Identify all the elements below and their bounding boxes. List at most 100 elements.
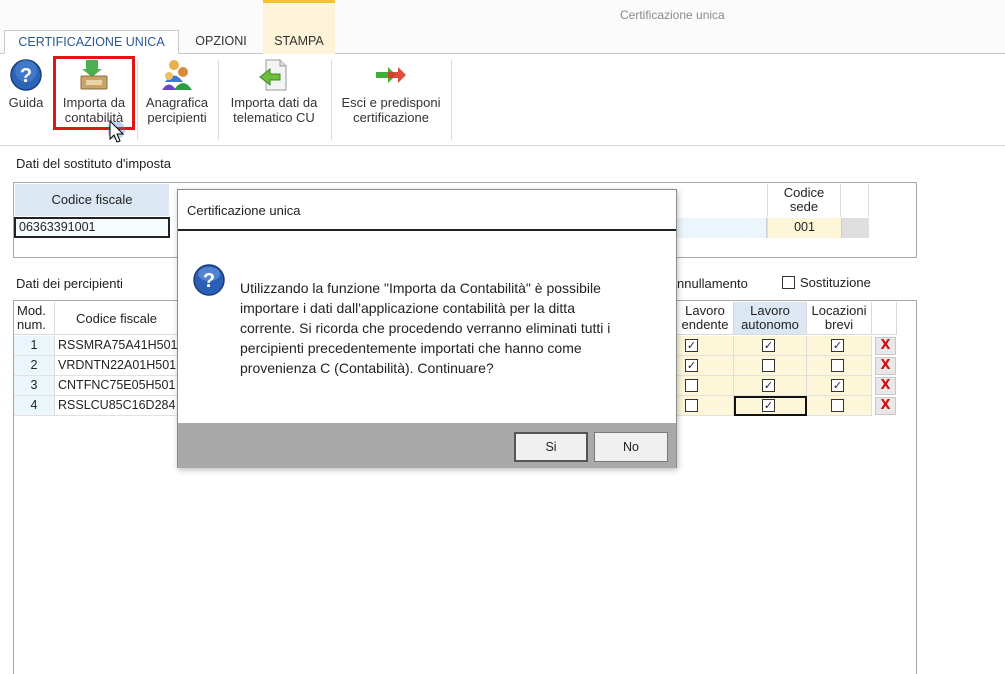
ribbon-tabs: CERTIFICAZIONE UNICA OPZIONI STAMPA (0, 30, 1005, 54)
ribbon-separator (137, 60, 138, 140)
highlight-box (53, 56, 135, 130)
dialog-message-line: corrente. Si ricorda che procedendo verr… (240, 320, 611, 336)
esci-label-2: certificazione (353, 110, 429, 125)
col-header-delete (872, 302, 897, 335)
col-header-ld-1: Lavoro (685, 303, 725, 318)
tab-opzioni[interactable]: OPZIONI (183, 30, 259, 54)
delete-row-button[interactable]: X (875, 357, 896, 375)
sostituzione-label: Sostituzione (800, 275, 871, 290)
importa-telematico-label-2: telematico CU (233, 110, 315, 125)
cell-lavoro-dipendente (677, 396, 734, 416)
sostituzione-checkbox[interactable] (782, 276, 795, 289)
dialog-message-line: Utilizzando la funzione "Importa da Cont… (240, 280, 601, 296)
ribbon-separator (331, 60, 332, 140)
esci-predisponi-button[interactable]: Esci e predisponi certificazione (335, 58, 447, 140)
col-header-locazioni-brevi: Locazioni brevi (807, 302, 872, 335)
row-num: 1 (14, 336, 55, 356)
help-icon: ? (10, 59, 42, 91)
delete-row-button[interactable]: X (875, 377, 896, 395)
sostituto-header-extra (841, 184, 869, 217)
col-header-lavoro-dipendente: Lavoro endente (677, 302, 734, 335)
cell-lavoro-autonomo: ✓ (734, 396, 807, 416)
locazioni-brevi-checkbox[interactable] (831, 399, 844, 412)
lavoro-dipendente-checkbox[interactable] (685, 379, 698, 392)
cell-locazioni-brevi (807, 396, 872, 416)
importa-telematico-label-1: Importa dati da (230, 95, 318, 110)
cell-lavoro-dipendente (677, 376, 734, 396)
lavoro-autonomo-checkbox[interactable] (762, 359, 775, 372)
row-num: 3 (14, 376, 55, 396)
esci-label-1: Esci e predisponi (341, 95, 441, 110)
row-codice-fiscale[interactable]: VRDNTN22A01H501 (55, 356, 179, 376)
lavoro-dipendente-checkbox[interactable] (685, 399, 698, 412)
no-button[interactable]: No (594, 432, 668, 462)
tab-stampa[interactable]: STAMPA (263, 30, 335, 54)
cell-locazioni-brevi: ✓ (807, 376, 872, 396)
delete-row-button[interactable]: X (875, 397, 896, 415)
col-header-mod-1: Mod. (17, 303, 46, 318)
col-header-lb-2: brevi (824, 317, 854, 332)
locazioni-brevi-checkbox[interactable]: ✓ (831, 339, 844, 352)
codice-sede-label-2: sede (789, 199, 819, 214)
svg-text:?: ? (20, 65, 32, 87)
anagrafica-label-1: Anagrafica (145, 95, 209, 110)
delete-row-button[interactable]: X (875, 337, 896, 355)
codice-fiscale-field[interactable]: 06363391001 (14, 217, 170, 238)
question-icon: ? (193, 264, 225, 296)
lavoro-dipendente-checkbox[interactable]: ✓ (685, 359, 698, 372)
exit-arrows-icon (376, 67, 406, 83)
cell-lavoro-autonomo: ✓ (734, 376, 807, 396)
codice-sede-header: Codice sede (767, 184, 841, 217)
codice-sede-extra-cell (841, 218, 869, 238)
cell-lavoro-dipendente: ✓ (677, 336, 734, 356)
col-header-lb-1: Locazioni (811, 303, 867, 318)
row-codice-fiscale[interactable]: RSSMRA75A41H501 (55, 336, 179, 356)
row-codice-fiscale[interactable]: CNTFNC75E05H501 (55, 376, 179, 396)
guida-button[interactable]: ? Guida (4, 58, 48, 140)
confirm-dialog: Certificazione unica ? Utilizzando la fu… (177, 189, 677, 468)
stampa-tab-accent (263, 0, 335, 30)
dialog-title: Certificazione unica (178, 190, 676, 231)
col-header-la-2: autonomo (741, 317, 799, 332)
row-num: 4 (14, 396, 55, 416)
cell-locazioni-brevi: ✓ (807, 336, 872, 356)
dialog-message-line: percipienti precedentemente importati ch… (240, 340, 582, 356)
import-document-icon (259, 59, 287, 91)
locazioni-brevi-checkbox[interactable] (831, 359, 844, 372)
row-codice-fiscale[interactable]: RSSLCU85C16D284 (55, 396, 179, 416)
percipienti-section-title: Dati dei percipienti (16, 276, 123, 291)
col-header-la-1: Lavoro (750, 303, 790, 318)
lavoro-autonomo-checkbox[interactable]: ✓ (762, 399, 775, 412)
ribbon-toolbar: ? Guida Importa da contabilità Anagrafic… (0, 54, 1005, 146)
col-header-mod-num: Mod. num. (14, 302, 55, 335)
sostituto-field-strip[interactable] (677, 218, 767, 238)
locazioni-brevi-checkbox[interactable]: ✓ (831, 379, 844, 392)
ribbon-separator (451, 60, 452, 140)
codice-sede-label-1: Codice (783, 185, 825, 200)
dialog-message-line: importare i dati dall'applicazione conta… (240, 300, 575, 316)
svg-text:?: ? (203, 270, 215, 292)
row-num: 2 (14, 356, 55, 376)
lavoro-dipendente-checkbox[interactable]: ✓ (685, 339, 698, 352)
people-icon (162, 60, 192, 90)
cell-lavoro-autonomo (734, 356, 807, 376)
title-bar: Certificazione unica (0, 0, 1005, 30)
dialog-message: Utilizzando la funzione "Importa da Cont… (240, 278, 660, 378)
col-header-lavoro-autonomo: Lavoro autonomo (734, 302, 807, 335)
col-header-codice-fiscale: Codice fiscale (55, 302, 179, 335)
codice-fiscale-header: Codice fiscale (15, 184, 169, 216)
codice-sede-field[interactable]: 001 (767, 218, 841, 238)
lavoro-autonomo-checkbox[interactable]: ✓ (762, 339, 775, 352)
cell-locazioni-brevi (807, 356, 872, 376)
importa-telematico-button[interactable]: Importa dati da telematico CU (222, 58, 326, 140)
dialog-message-line: provenienza C (Contabilità). Continuare? (240, 360, 494, 376)
guida-label: Guida (8, 95, 44, 110)
annullamento-label: nnullamento (677, 276, 748, 291)
cell-lavoro-autonomo: ✓ (734, 336, 807, 356)
tab-certificazione-unica[interactable]: CERTIFICAZIONE UNICA (4, 30, 179, 54)
anagrafica-label-2: percipienti (147, 110, 207, 125)
col-header-mod-2: num. (17, 317, 46, 332)
yes-button[interactable]: Si (514, 432, 588, 462)
lavoro-autonomo-checkbox[interactable]: ✓ (762, 379, 775, 392)
anagrafica-percipienti-button[interactable]: Anagrafica percipienti (141, 58, 213, 140)
